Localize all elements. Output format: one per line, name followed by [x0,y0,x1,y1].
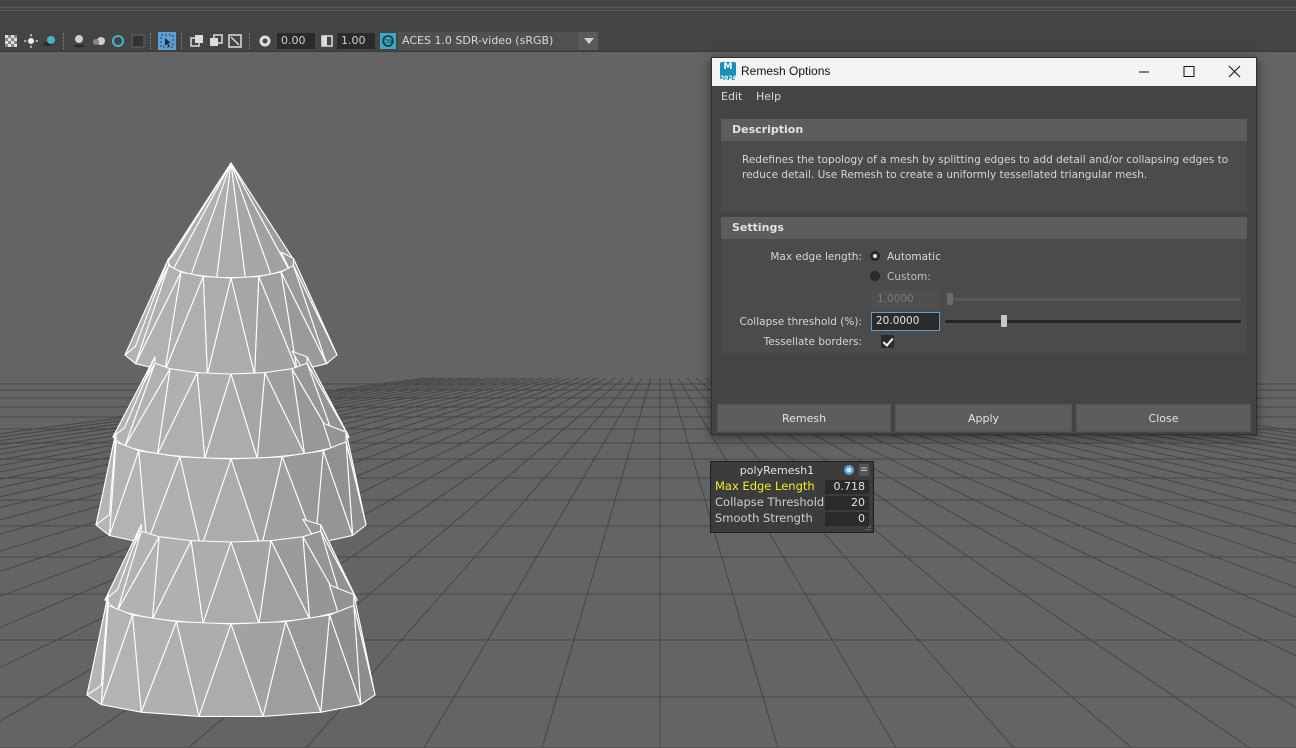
menu-edit[interactable]: Edit [721,90,742,103]
max-edge-length-label: Max edge length: [770,251,862,263]
hud-row-max-edge-length[interactable]: Max Edge Length 0.718 [715,479,871,495]
hud-attr-value[interactable]: 0.718 [825,480,869,494]
depth-of-field-icon[interactable] [131,34,145,48]
toolbar-separator [63,33,65,49]
custom-radio[interactable] [870,271,880,281]
description-text: Redefines the topology of a mesh by spli… [742,154,1229,181]
colorspace-dropdown[interactable]: ACES 1.0 SDR-video (sRGB) [398,32,598,50]
node-icon[interactable] [843,464,855,476]
custom-length-slider-handle [947,293,953,305]
hud-row-collapse-threshold[interactable]: Collapse Threshold 20 [715,495,871,511]
automatic-radio[interactable] [870,251,880,261]
colorspace-value: ACES 1.0 SDR-video (sRGB) [402,34,554,47]
dialog-title: Remesh Options [741,64,831,78]
toolbar-separator [150,33,152,49]
description-section: Redefines the topology of a mesh by spli… [721,141,1247,212]
minimize-icon[interactable] [1122,58,1166,86]
maya-app-icon: M 2024 [720,62,737,82]
dialog-titlebar[interactable]: M 2024 Remesh Options [712,58,1256,86]
divider [0,10,1296,11]
settings-section-header[interactable]: Settings [721,217,1247,239]
close-icon[interactable] [1212,58,1256,86]
motion-blur-icon[interactable] [92,34,106,48]
collapse-threshold-slider[interactable] [945,320,1241,323]
automatic-radio-label[interactable]: Automatic [887,251,941,263]
remesh-options-dialog: M 2024 Remesh Options Edit Help Descripti… [711,57,1257,435]
shadow-icon[interactable] [42,34,56,48]
gamma-icon[interactable] [320,34,334,48]
exposure-field[interactable]: 0.00 [277,33,315,49]
apply-button[interactable]: Apply [895,404,1072,432]
hud-attr-value[interactable]: 20 [825,496,869,510]
svg-text:ON: ON [383,39,392,46]
collapse-threshold-slider-handle[interactable] [1001,315,1008,327]
close-button[interactable]: Close [1076,404,1251,432]
isolate-select-icon[interactable] [158,32,176,50]
menu-icon[interactable] [859,464,869,476]
viewport-toolbar: 0.00 1.00 ON ACES 1.0 SDR-video (sRGB) [0,30,1296,52]
collapse-threshold-label: Collapse threshold (%): [739,316,862,328]
exposure-icon[interactable] [258,34,272,48]
tree-mesh [86,162,376,717]
anti-aliasing-icon[interactable] [111,34,125,48]
settings-section: Max edge length: Automatic Custom: 1.000… [721,239,1247,353]
checker-icon[interactable] [4,34,18,48]
toolbar-separator [181,33,183,49]
xray-icon[interactable] [190,34,204,48]
hud-node-name: polyRemesh1 [739,464,815,477]
xray-joints-icon[interactable] [209,34,223,48]
collapse-threshold-field[interactable]: 20.0000 [871,312,940,331]
toolbar-separator [249,33,251,49]
hud-attr-name: Max Edge Length [715,479,815,493]
custom-radio-label[interactable]: Custom: [887,271,931,283]
menu-help[interactable]: Help [756,90,781,103]
in-view-editor[interactable]: polyRemesh1 Max Edge Length 0.718 Collap… [710,461,874,533]
custom-length-field: 1.0000 [872,290,939,309]
top-menu-strip [0,0,1296,30]
hud-attr-value[interactable]: 0 [825,512,869,526]
hud-attr-name: Smooth Strength [715,511,813,525]
color-management-icon[interactable]: ON [380,33,396,49]
dialog-menubar: Edit Help [712,86,1256,108]
light-icon[interactable] [24,34,38,48]
divider [0,7,1296,8]
maya-workspace: 0.00 1.00 ON ACES 1.0 SDR-video (sRGB) M… [0,0,1296,748]
remesh-button[interactable]: Remesh [717,404,891,432]
gamma-field[interactable]: 1.00 [337,33,375,49]
xray-active-icon[interactable] [228,34,242,48]
ambient-occlusion-icon[interactable] [72,34,86,48]
maximize-icon[interactable] [1167,58,1211,86]
custom-length-slider [947,298,1241,301]
chevron-down-icon[interactable] [578,32,598,50]
hud-attr-name: Collapse Threshold [715,495,825,509]
hud-row-smooth-strength[interactable]: Smooth Strength 0 [715,511,871,527]
tessellate-borders-checkbox[interactable] [881,335,894,348]
description-section-header[interactable]: Description [721,119,1247,141]
resize-grip-icon[interactable] [865,524,872,531]
tessellate-borders-label: Tessellate borders: [763,336,862,348]
